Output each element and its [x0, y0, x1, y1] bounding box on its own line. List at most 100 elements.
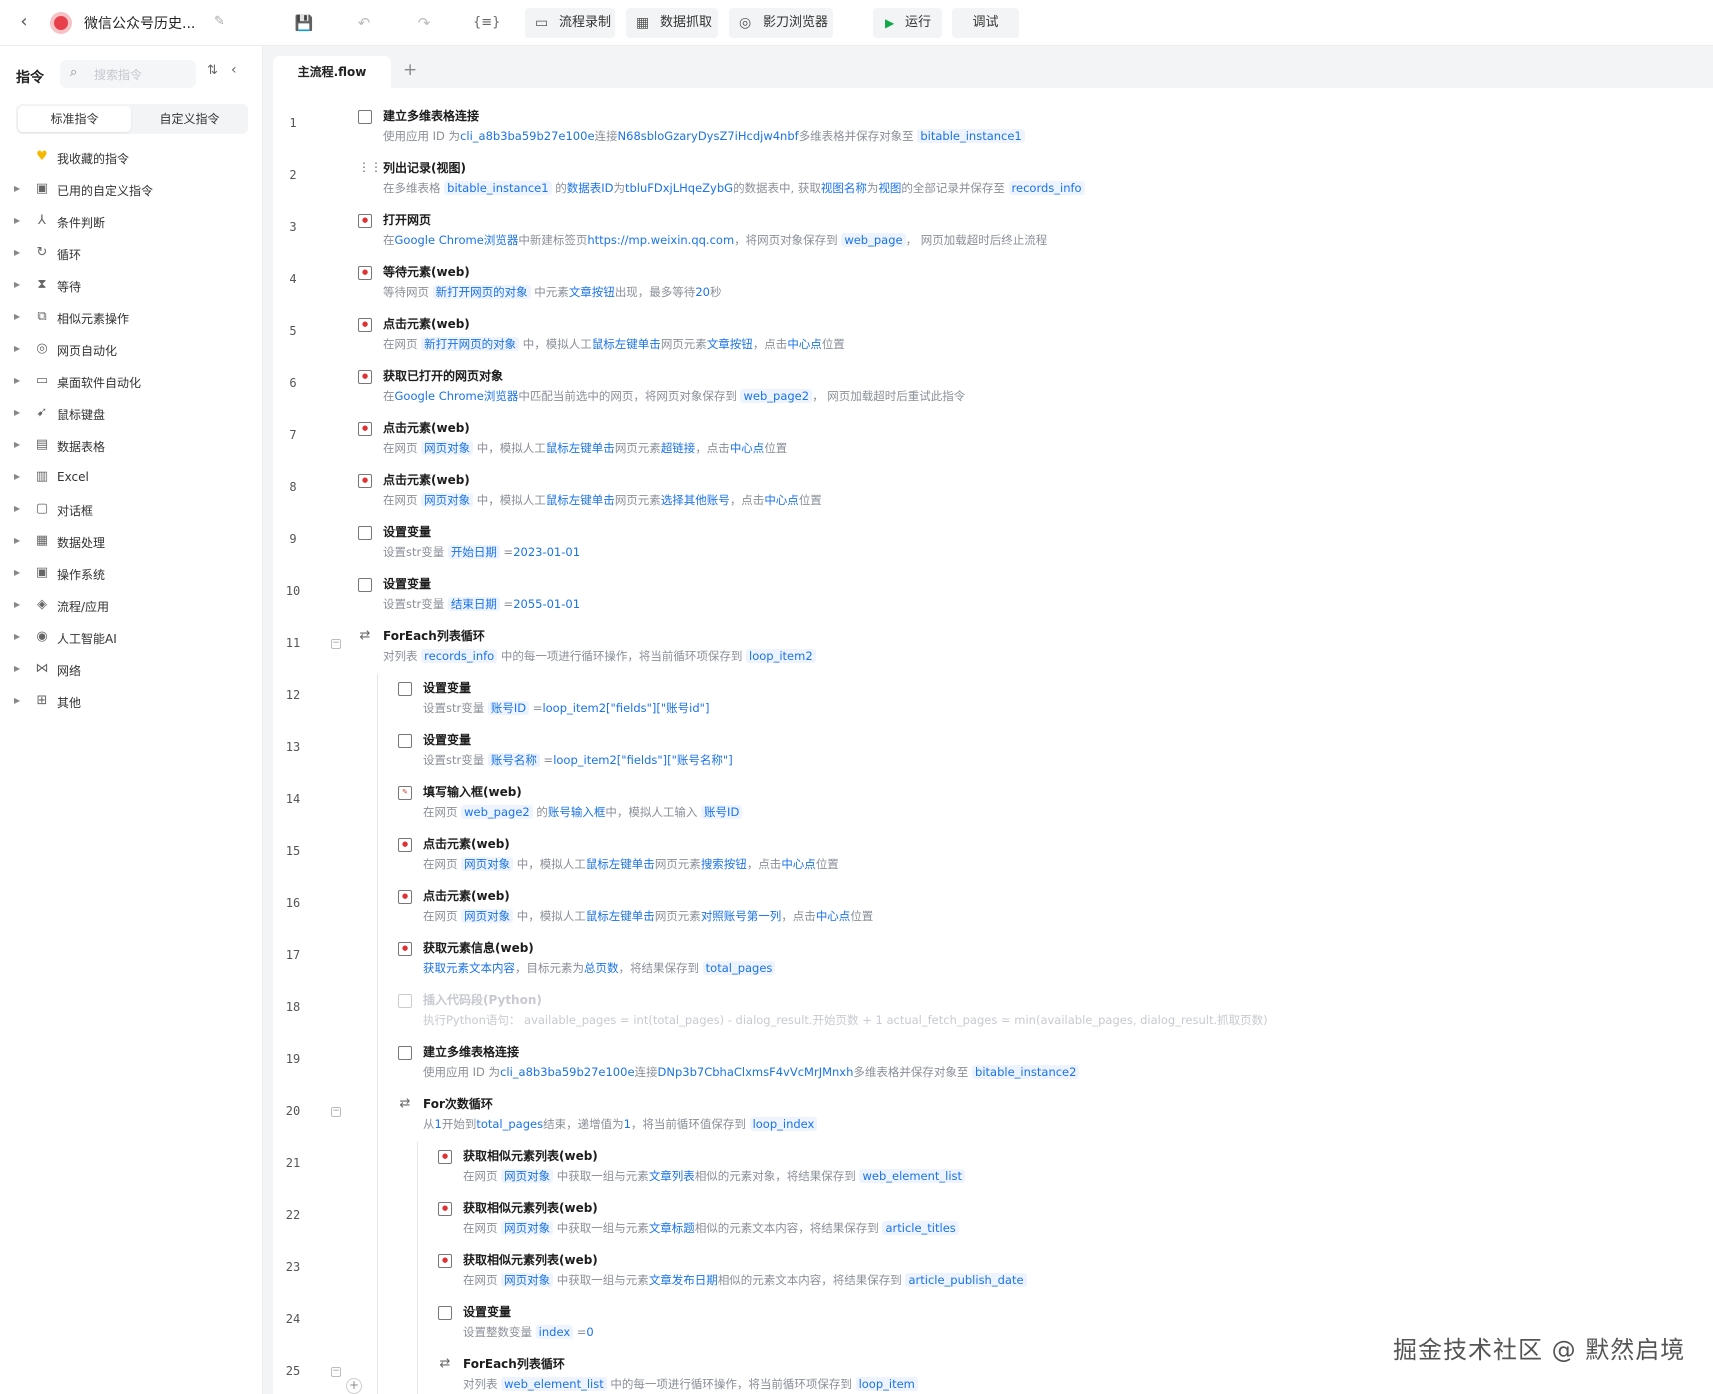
- collapse-block-icon[interactable]: −: [331, 1367, 341, 1377]
- sidebar-item[interactable]: ▶ ⋈ 网络: [0, 654, 263, 686]
- collapse-sidebar-icon[interactable]: ‹: [231, 62, 237, 78]
- variable-chip[interactable]: 新打开网页的对象: [432, 285, 531, 299]
- variable-chip[interactable]: web_element_list: [859, 1169, 966, 1183]
- variable-chip[interactable]: 网页对象: [421, 493, 474, 507]
- param-value[interactable]: 鼠标左键单击: [546, 493, 615, 507]
- flow-command-row[interactable]: 1 建立多维表格连接 使用应用 ID 为cli_a8b3ba59b27e100e连接…: [273, 98, 1713, 150]
- param-value[interactable]: https://mp.weixin.qq.com: [587, 233, 734, 247]
- flow-command-row[interactable]: 15 ● 点击元素(web) 在网页 网页对象 中，模拟人工鼠标左键单击网页元素搜索按…: [273, 826, 1713, 878]
- param-value[interactable]: tbluFDxjLHqeZybG: [625, 181, 733, 195]
- flow-command-row[interactable]: 19 建立多维表格连接 使用应用 ID 为cli_a8b3ba59b27e100e连…: [273, 1034, 1713, 1086]
- variable-chip[interactable]: article_publish_date: [905, 1273, 1027, 1287]
- expand-caret-icon[interactable]: ▶: [14, 184, 20, 193]
- tab-custom-commands[interactable]: 自定义指令: [133, 106, 246, 132]
- variable-chip[interactable]: 账号名称: [487, 753, 540, 767]
- command-search[interactable]: ⌕: [60, 60, 196, 88]
- param-value[interactable]: 中心点: [816, 909, 851, 923]
- sidebar-item[interactable]: ▶ ◈ 流程/应用: [0, 590, 263, 622]
- search-input[interactable]: [92, 65, 192, 85]
- param-value[interactable]: 数据表ID: [567, 181, 614, 195]
- variable-chip[interactable]: loop_item: [855, 1377, 918, 1391]
- param-value[interactable]: 文章发布日期: [649, 1273, 718, 1287]
- variable-chip[interactable]: loop_item2: [746, 649, 816, 663]
- flow-command-row[interactable]: 13 设置变量 设置str变量 账号名称 =loop_item2["fields"]…: [273, 722, 1713, 774]
- param-value[interactable]: 对照账号第一列: [701, 909, 782, 923]
- param-value[interactable]: cli_a8b3ba59b27e100e: [460, 129, 594, 143]
- variable-chip[interactable]: 网页对象: [501, 1221, 554, 1235]
- flow-command-row[interactable]: 20− ⇄ For次数循环 从1开始到total_pages结束，递增值为1，将当前循…: [273, 1086, 1713, 1138]
- edit-title-icon[interactable]: ✎: [214, 14, 225, 29]
- sidebar-item[interactable]: ▶ ◎ 网页自动化: [0, 334, 263, 366]
- param-value[interactable]: 获取元素文本内容: [423, 961, 515, 975]
- undo-icon[interactable]: ↶: [353, 12, 375, 34]
- param-value[interactable]: loop_item2["fields"]["账号名称"]: [553, 753, 733, 767]
- param-value[interactable]: 搜索按钮: [701, 857, 747, 871]
- param-value[interactable]: 中心点: [730, 441, 765, 455]
- flow-command-row[interactable]: 2 ⋮⋮ 列出记录(视图) 在多维表格 bitable_instance1 的数据表I…: [273, 150, 1713, 202]
- param-value[interactable]: 2023-01-01: [513, 545, 580, 559]
- expand-caret-icon[interactable]: ▶: [14, 280, 20, 289]
- data-scrape-button[interactable]: ▦ 数据抓取: [626, 8, 718, 38]
- param-value[interactable]: cli_a8b3ba59b27e100e: [500, 1065, 634, 1079]
- variable-chip[interactable]: loop_index: [749, 1117, 818, 1131]
- param-value[interactable]: 1: [435, 1117, 442, 1131]
- param-value[interactable]: available_pages = int(total_pages) - dia…: [524, 1013, 1268, 1027]
- sidebar-item[interactable]: ▶ ◉ 人工智能AI: [0, 622, 263, 654]
- flow-command-row[interactable]: 11 − ⇄ ForEach列表循环 对列表 records_info 中的每一项进行循…: [273, 618, 1713, 670]
- record-flow-button[interactable]: ▭ 流程录制: [525, 8, 615, 38]
- collapse-block-icon[interactable]: −: [331, 639, 341, 649]
- param-value[interactable]: 鼠标左键单击: [592, 337, 661, 351]
- param-value[interactable]: 鼠标左键单击: [546, 441, 615, 455]
- sidebar-item[interactable]: ▶ ⧗ 等待: [0, 270, 263, 302]
- flow-command-row[interactable]: 14 ✎ 填写输入框(web) 在网页 web_page2 的账号输入框中，模拟人工输…: [273, 774, 1713, 826]
- flow-command-row[interactable]: 23 ● 获取相似元素列表(web) 在网页 网页对象 中获取一组与元素文章发布日期相…: [273, 1242, 1713, 1294]
- variable-chip[interactable]: 网页对象: [461, 857, 514, 871]
- sidebar-item[interactable]: ▶ ▦ 数据处理: [0, 526, 263, 558]
- param-value[interactable]: 中心点: [787, 337, 822, 351]
- variable-chip[interactable]: 开始日期: [447, 545, 500, 559]
- expand-caret-icon[interactable]: ▶: [14, 248, 20, 257]
- param-value[interactable]: 视图: [878, 181, 901, 195]
- expand-caret-icon[interactable]: ▶: [14, 504, 20, 513]
- param-value[interactable]: 0: [586, 1325, 593, 1339]
- param-value[interactable]: N68sbloGzaryDysZ7iHcdjw4nbf: [618, 129, 799, 143]
- param-value[interactable]: Google Chrome浏览器: [395, 233, 519, 247]
- sidebar-item[interactable]: ▶ ▢ 对话框: [0, 494, 263, 526]
- flow-command-row[interactable]: 7 ● 点击元素(web) 在网页 网页对象 中，模拟人工鼠标左键单击网页元素超链接，…: [273, 410, 1713, 462]
- variable-chip[interactable]: bitable_instance1: [444, 181, 552, 195]
- expand-caret-icon[interactable]: ▶: [14, 632, 20, 641]
- flow-command-row[interactable]: 12 设置变量 设置str变量 账号ID =loop_item2["fields"]…: [273, 670, 1713, 722]
- sidebar-item[interactable]: ♥ 我收藏的指令: [0, 142, 263, 174]
- expand-caret-icon[interactable]: ▶: [14, 408, 20, 417]
- param-value[interactable]: 文章按钮: [569, 285, 615, 299]
- code-block-icon[interactable]: {≡}: [473, 12, 500, 34]
- expand-caret-icon[interactable]: ▶: [14, 440, 20, 449]
- param-value[interactable]: 超链接: [661, 441, 696, 455]
- expand-caret-icon[interactable]: ▶: [14, 536, 20, 545]
- variable-chip[interactable]: records_info: [1008, 181, 1085, 195]
- expand-caret-icon[interactable]: ▶: [14, 472, 20, 481]
- variable-chip[interactable]: index: [535, 1325, 574, 1339]
- collapse-block-icon[interactable]: −: [331, 1107, 341, 1117]
- param-value[interactable]: 选择其他账号: [661, 493, 730, 507]
- sidebar-item[interactable]: ▶ ⅄ 条件判断: [0, 206, 263, 238]
- sidebar-item[interactable]: ▶ ▣ 已用的自定义指令: [0, 174, 263, 206]
- param-value[interactable]: 文章按钮: [707, 337, 753, 351]
- variable-chip[interactable]: web_page2: [461, 805, 533, 819]
- param-value[interactable]: 视图名称: [821, 181, 867, 195]
- param-value[interactable]: 鼠标左键单击: [586, 857, 655, 871]
- flow-command-row[interactable]: 9 设置变量 设置str变量 开始日期 =2023-01-01: [273, 514, 1713, 566]
- expand-caret-icon[interactable]: ▶: [14, 696, 20, 705]
- variable-chip[interactable]: web_page2: [740, 389, 813, 403]
- param-value[interactable]: 文章列表: [649, 1169, 695, 1183]
- variable-chip[interactable]: 新打开网页的对象: [421, 337, 520, 351]
- flow-command-row[interactable]: 22 ● 获取相似元素列表(web) 在网页 网页对象 中获取一组与元素文章标题相似的…: [273, 1190, 1713, 1242]
- flow-command-row[interactable]: 17 ● 获取元素信息(web) 获取元素文本内容，目标元素为总页数，将结果保存到 t…: [273, 930, 1713, 982]
- add-tab-icon[interactable]: +: [403, 60, 417, 80]
- variable-chip[interactable]: 结束日期: [447, 597, 500, 611]
- param-value[interactable]: 文章标题: [649, 1221, 695, 1235]
- variable-chip[interactable]: bitable_instance2: [972, 1065, 1080, 1079]
- expand-caret-icon[interactable]: ▶: [14, 344, 20, 353]
- variable-chip[interactable]: 账号ID: [701, 805, 743, 819]
- flow-command-row[interactable]: 18 插入代码段(Python) 执行Python语句： available_pag…: [273, 982, 1713, 1034]
